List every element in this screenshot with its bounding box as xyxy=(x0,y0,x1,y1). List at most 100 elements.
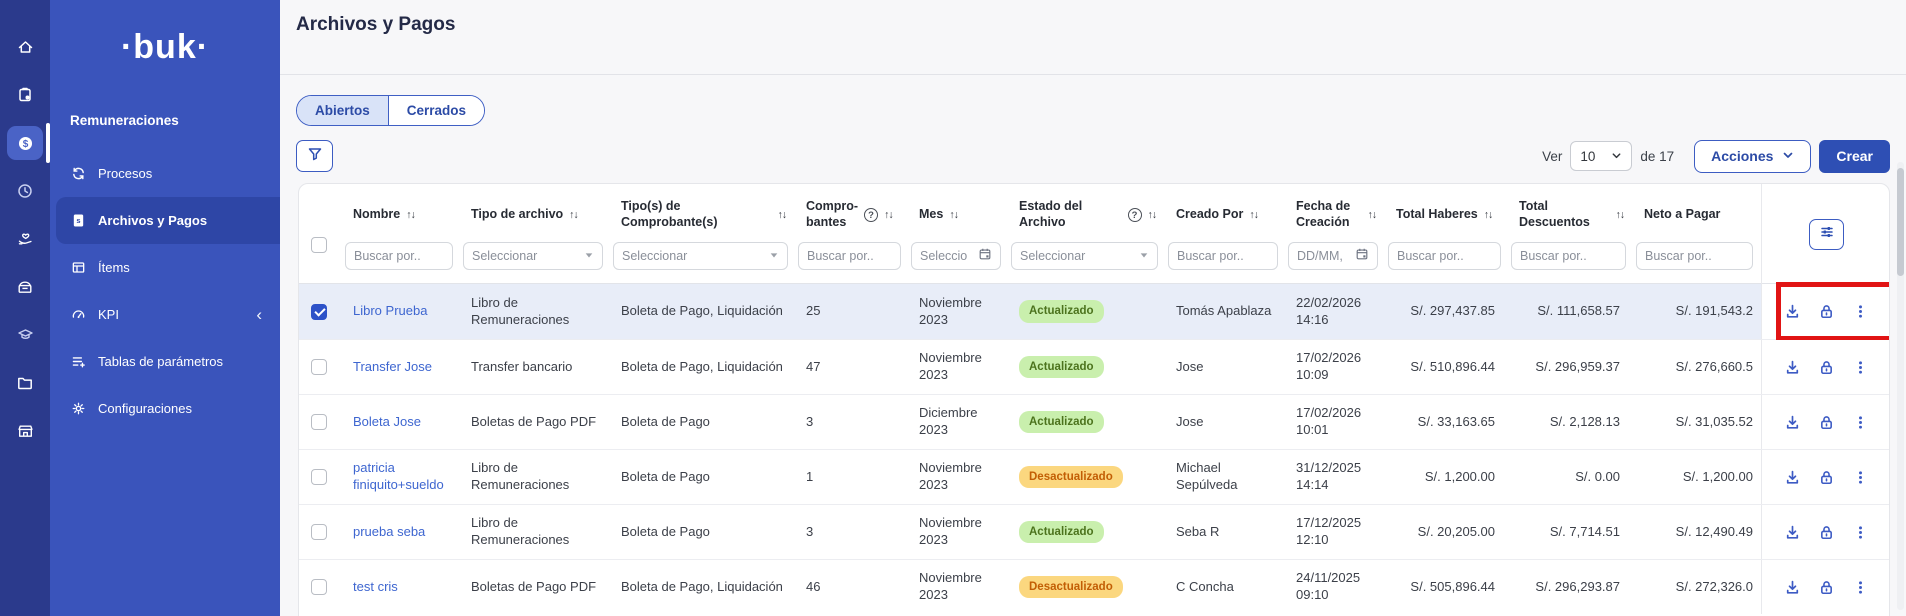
sort-icon[interactable]: ↑↓ xyxy=(569,209,578,221)
cell-total-haberes: S/. 505,896.44 xyxy=(1386,579,1509,596)
sort-icon[interactable]: ↑↓ xyxy=(1484,209,1493,221)
row-checkbox[interactable] xyxy=(311,469,327,485)
sort-icon[interactable]: ↑↓ xyxy=(1249,209,1258,221)
filter-button[interactable] xyxy=(296,140,333,172)
download-icon[interactable] xyxy=(1784,303,1801,320)
page-size-value: 10 xyxy=(1580,149,1595,164)
sort-icon[interactable]: ↑↓ xyxy=(778,209,787,221)
lock-icon[interactable] xyxy=(1818,579,1835,596)
download-icon[interactable] xyxy=(1784,359,1801,376)
search-input[interactable] xyxy=(1645,249,1744,263)
row-name-link[interactable]: patricia finiquito+sueldo xyxy=(353,460,444,492)
column-label: Neto a Pagar xyxy=(1644,207,1720,223)
scrollbar-thumb[interactable] xyxy=(1897,168,1904,276)
sidebar-item-kpi[interactable]: KPI ‹ xyxy=(50,291,280,338)
sort-icon[interactable]: ↑↓ xyxy=(1616,209,1625,221)
help-icon[interactable]: ? xyxy=(864,208,878,222)
filter-estado[interactable]: Seleccionar xyxy=(1011,242,1158,270)
row-name-link[interactable]: Libro Prueba xyxy=(353,303,427,318)
checkbox-cell xyxy=(299,469,343,485)
sort-icon[interactable]: ↑↓ xyxy=(884,209,893,221)
kebab-icon[interactable] xyxy=(1852,524,1869,541)
sort-icon[interactable]: ↑↓ xyxy=(1148,209,1157,221)
search-input[interactable] xyxy=(1177,249,1269,263)
download-icon[interactable] xyxy=(1784,469,1801,486)
chevron-left-icon[interactable]: ‹ xyxy=(256,306,262,323)
kebab-icon[interactable] xyxy=(1852,414,1869,431)
cell-comprobantes: 1 xyxy=(796,469,909,486)
filter-mes[interactable] xyxy=(911,242,1001,270)
storefront-icon[interactable] xyxy=(7,414,43,448)
row-name-link[interactable]: test cris xyxy=(353,579,398,594)
download-icon[interactable] xyxy=(1784,524,1801,541)
kebab-icon[interactable] xyxy=(1852,579,1869,596)
cell-total-haberes: S/. 1,200.00 xyxy=(1386,469,1509,486)
cell-tipo-archivo: Libro de Remuneraciones xyxy=(461,460,611,494)
cell-estado: Actualizado xyxy=(1009,356,1166,379)
lock-icon[interactable] xyxy=(1818,359,1835,376)
row-name-link[interactable]: prueba seba xyxy=(353,524,425,539)
row-checkbox[interactable] xyxy=(311,414,327,430)
search-input[interactable] xyxy=(354,249,444,263)
sidebar-item-label: Tablas de parámetros xyxy=(98,354,223,369)
filter-total-descuentos xyxy=(1511,242,1626,270)
page-size-select[interactable]: 10 xyxy=(1570,141,1632,171)
lock-icon[interactable] xyxy=(1818,469,1835,486)
gift-icon[interactable] xyxy=(7,270,43,304)
lock-icon[interactable] xyxy=(1818,303,1835,320)
sidebar: ·buk· Remuneraciones Procesos s Archivos… xyxy=(50,0,280,616)
payroll-coin-icon[interactable]: $ xyxy=(7,126,43,160)
sort-icon[interactable]: ↑↓ xyxy=(406,209,415,221)
cell-mes: Noviembre 2023 xyxy=(909,570,1009,604)
filter-fecha[interactable] xyxy=(1288,242,1378,270)
kebab-icon[interactable] xyxy=(1852,303,1869,320)
list-plus-icon xyxy=(70,354,86,370)
sidebar-item-archivos-y-pagos[interactable]: s Archivos y Pagos xyxy=(56,197,280,244)
row-checkbox[interactable] xyxy=(311,524,327,540)
folder-icon[interactable] xyxy=(7,366,43,400)
row-name-link[interactable]: Boleta Jose xyxy=(353,414,421,429)
sidebar-item-items[interactable]: Ítems xyxy=(50,244,280,291)
crear-button[interactable]: Crear xyxy=(1819,140,1890,173)
kebab-icon[interactable] xyxy=(1852,469,1869,486)
cell-total-haberes: S/. 33,163.65 xyxy=(1386,414,1509,431)
sort-icon[interactable]: ↑↓ xyxy=(1368,209,1377,221)
sidebar-item-configuraciones[interactable]: Configuraciones xyxy=(50,385,280,432)
row-checkbox[interactable] xyxy=(311,579,327,595)
search-input[interactable] xyxy=(807,249,892,263)
download-icon[interactable] xyxy=(1784,579,1801,596)
clipboard-icon[interactable] xyxy=(7,78,43,112)
cell-mes: Noviembre 2023 xyxy=(909,350,1009,384)
acciones-button[interactable]: Acciones xyxy=(1694,140,1811,173)
filter-tipos-comprobante[interactable]: Seleccionar xyxy=(613,242,788,270)
row-checkbox[interactable] xyxy=(311,359,327,375)
chevron-down-icon xyxy=(1611,149,1622,164)
row-name-link[interactable]: Transfer Jose xyxy=(353,359,432,374)
filter-tipo-archivo[interactable]: Seleccionar xyxy=(463,242,603,270)
row-checkbox[interactable] xyxy=(311,304,327,320)
date-input[interactable] xyxy=(1297,249,1350,263)
app-window: $ ·buk· Remuneraciones Pro xyxy=(0,0,1906,616)
hand-heart-icon[interactable] xyxy=(7,222,43,256)
search-input[interactable] xyxy=(1520,249,1617,263)
sidebar-item-tablas-de-parametros[interactable]: Tablas de parámetros xyxy=(50,338,280,385)
table-icon xyxy=(70,260,86,276)
filter-total-haberes xyxy=(1388,242,1501,270)
lock-icon[interactable] xyxy=(1818,524,1835,541)
help-icon[interactable]: ? xyxy=(1128,208,1142,222)
month-input[interactable] xyxy=(920,249,973,263)
home-icon[interactable] xyxy=(7,30,43,64)
tab-abiertos[interactable]: Abiertos xyxy=(297,96,389,125)
select-all-checkbox[interactable] xyxy=(311,237,327,253)
tab-cerrados[interactable]: Cerrados xyxy=(389,96,484,125)
download-icon[interactable] xyxy=(1784,414,1801,431)
kebab-icon[interactable] xyxy=(1852,359,1869,376)
sidebar-item-procesos[interactable]: Procesos xyxy=(50,150,280,197)
graduation-icon[interactable] xyxy=(7,318,43,352)
search-input[interactable] xyxy=(1397,249,1492,263)
column-settings-button[interactable] xyxy=(1809,219,1844,250)
sidebar-section-title: Remuneraciones xyxy=(70,113,280,128)
lock-icon[interactable] xyxy=(1818,414,1835,431)
sort-icon[interactable]: ↑↓ xyxy=(949,209,958,221)
clock-icon[interactable] xyxy=(7,174,43,208)
